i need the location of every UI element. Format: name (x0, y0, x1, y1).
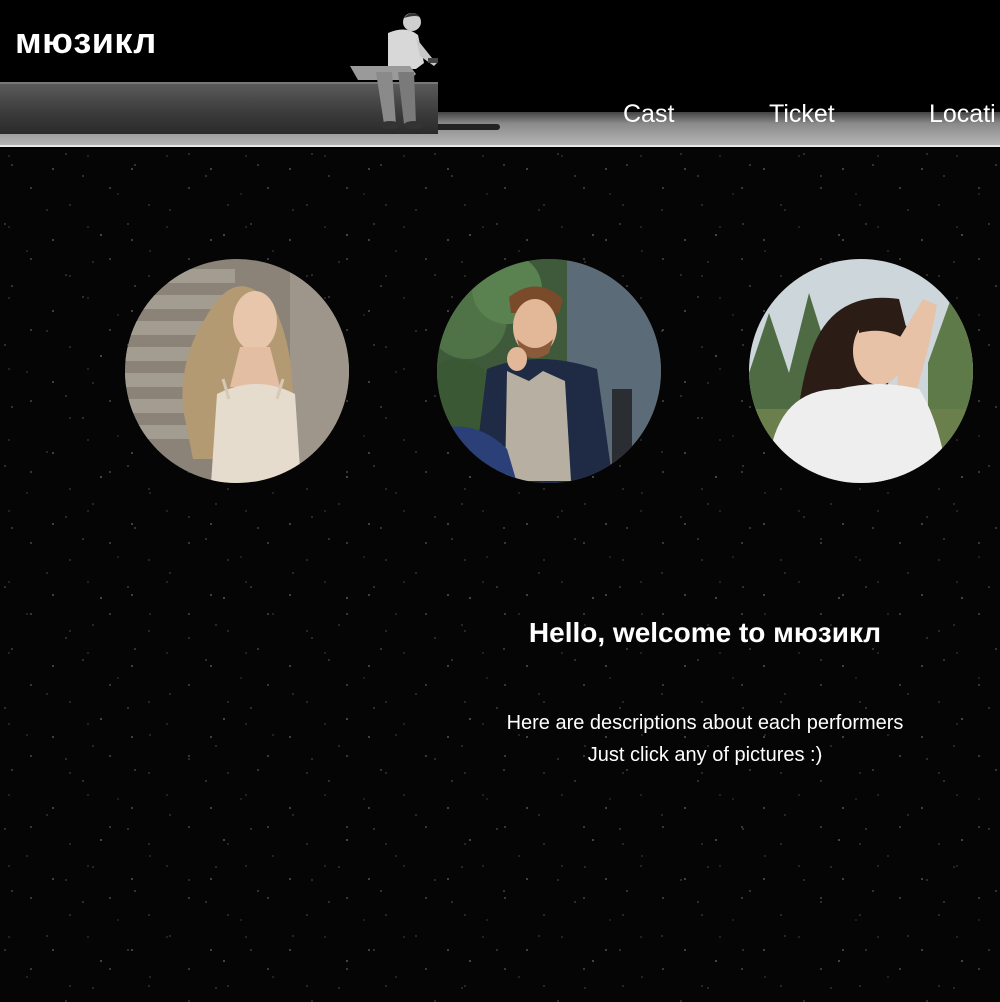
performer-1-image (125, 259, 349, 483)
nav-link-location[interactable]: Locati (929, 100, 996, 129)
site-logo[interactable]: мюзикл (15, 20, 157, 62)
performer-photo-3[interactable] (749, 259, 973, 483)
main-nav: Cast Ticket Locati (0, 100, 1000, 134)
performer-2-image (437, 259, 661, 483)
welcome-heading: Hello, welcome to мюзикл (528, 617, 882, 648)
description-line-1: Here are descriptions about each perform… (506, 712, 904, 734)
performer-photo-1[interactable] (125, 259, 349, 483)
nav-link-cast[interactable]: Cast (623, 100, 674, 129)
site-header: мюзикл Cast Ticket Locati (0, 0, 1000, 145)
performer-3-image (749, 259, 973, 483)
performer-photo-2[interactable] (437, 259, 661, 483)
header-divider (0, 145, 1000, 147)
description-line-2: Just click any of pictures :) (587, 744, 823, 766)
nav-link-ticket[interactable]: Ticket (769, 100, 835, 129)
